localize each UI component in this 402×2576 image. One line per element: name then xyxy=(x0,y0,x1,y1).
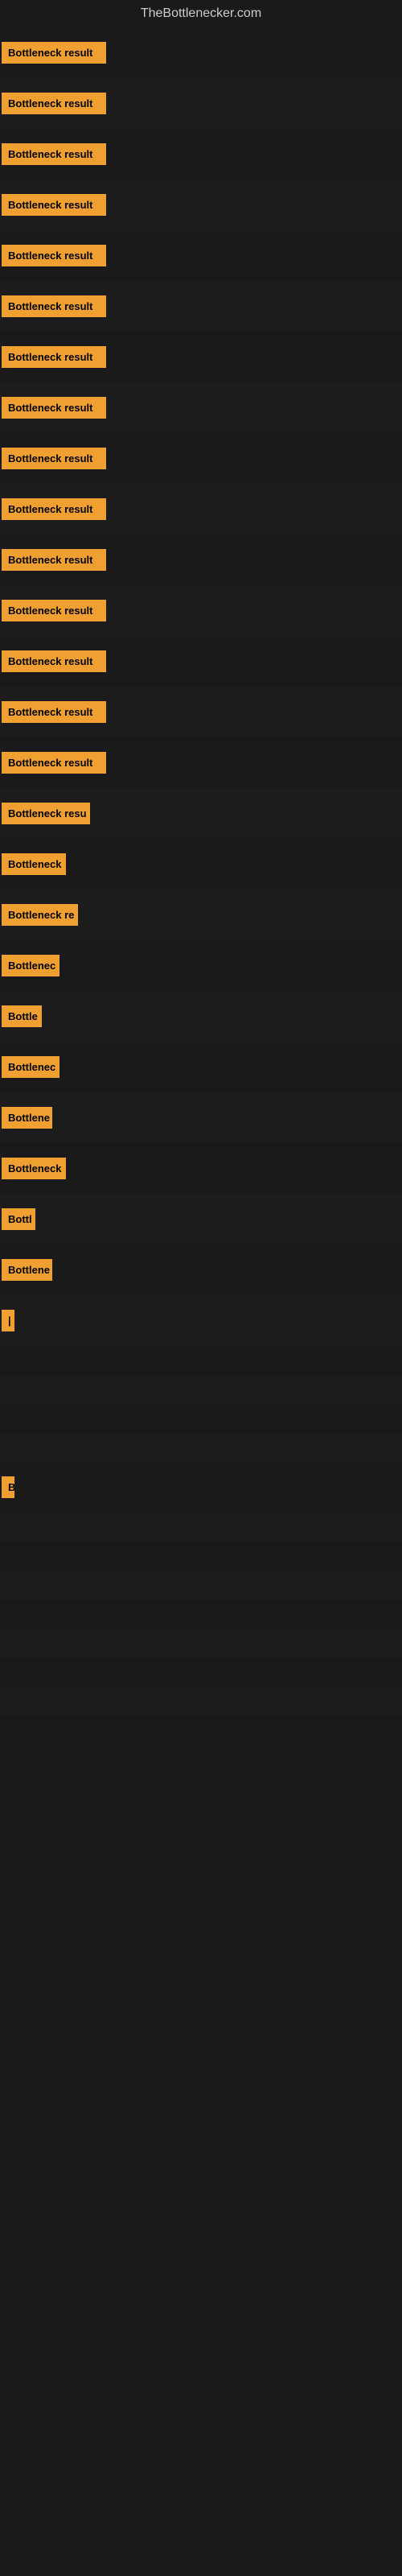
bottleneck-result-badge[interactable]: Bottlenec xyxy=(2,955,59,976)
bottleneck-result-badge[interactable]: Bottleneck result xyxy=(2,245,106,266)
bottleneck-result-badge[interactable]: Bottleneck result xyxy=(2,650,106,672)
bottleneck-result-badge[interactable]: Bottleneck result xyxy=(2,752,106,774)
bottleneck-result-badge[interactable]: Bottleneck result xyxy=(2,346,106,368)
list-item: Bottle xyxy=(0,991,402,1042)
list-item xyxy=(0,1404,402,1433)
list-item: Bottleneck result xyxy=(0,27,402,78)
list-item: B xyxy=(0,1462,402,1513)
list-item: Bottlenec xyxy=(0,940,402,991)
list-item xyxy=(0,1657,402,1686)
bottleneck-result-badge[interactable]: Bottleneck result xyxy=(2,549,106,571)
list-item: Bottleneck result xyxy=(0,433,402,484)
bottleneck-result-badge[interactable]: Bottleneck result xyxy=(2,448,106,469)
site-title-text: TheBottlenecker.com xyxy=(141,6,261,20)
list-item: Bottleneck result xyxy=(0,129,402,180)
bottleneck-result-badge[interactable]: Bottleneck result xyxy=(2,143,106,165)
list-item: Bottleneck result xyxy=(0,585,402,636)
bottleneck-result-badge[interactable]: Bottleneck re xyxy=(2,904,78,926)
list-item: Bottleneck result xyxy=(0,78,402,129)
list-item: Bottlenec xyxy=(0,1042,402,1092)
list-item xyxy=(0,1375,402,1404)
list-item: Bottleneck resu xyxy=(0,788,402,839)
list-item: Bottleneck re xyxy=(0,890,402,940)
list-item xyxy=(0,1600,402,1629)
bottleneck-result-badge[interactable]: Bottleneck result xyxy=(2,194,106,216)
bottleneck-result-badge[interactable]: Bottl xyxy=(2,1208,35,1230)
list-item: Bottleneck result xyxy=(0,687,402,737)
list-item: Bottleneck result xyxy=(0,737,402,788)
bottleneck-result-badge[interactable]: Bottleneck result xyxy=(2,93,106,114)
list-item xyxy=(0,1571,402,1600)
bottleneck-result-badge[interactable]: Bottleneck xyxy=(2,1158,66,1179)
list-item xyxy=(0,1346,402,1375)
bottleneck-result-badge[interactable]: Bottleneck result xyxy=(2,42,106,64)
site-title: TheBottlenecker.com xyxy=(0,0,402,27)
list-item: Bottleneck xyxy=(0,839,402,890)
list-item: Bottleneck result xyxy=(0,281,402,332)
list-item: Bottleneck result xyxy=(0,535,402,585)
bottleneck-result-badge[interactable]: | xyxy=(2,1310,14,1331)
bottleneck-result-badge[interactable]: Bottleneck xyxy=(2,853,66,875)
bottleneck-result-badge[interactable]: Bottleneck resu xyxy=(2,803,90,824)
bottleneck-result-badge[interactable]: Bottle xyxy=(2,1005,42,1027)
list-item xyxy=(0,1629,402,1657)
bottleneck-result-badge[interactable]: B xyxy=(2,1476,14,1498)
list-item xyxy=(0,1542,402,1571)
list-item: Bottl xyxy=(0,1194,402,1245)
list-item: Bottleneck result xyxy=(0,382,402,433)
list-item: Bottleneck result xyxy=(0,484,402,535)
bottleneck-result-badge[interactable]: Bottleneck result xyxy=(2,397,106,419)
list-item: Bottleneck result xyxy=(0,230,402,281)
bottleneck-result-badge[interactable]: Bottleneck result xyxy=(2,701,106,723)
bottleneck-result-badge[interactable]: Bottleneck result xyxy=(2,295,106,317)
bottleneck-result-badge[interactable]: Bottlenec xyxy=(2,1056,59,1078)
list-item: Bottleneck result xyxy=(0,332,402,382)
list-item: | xyxy=(0,1295,402,1346)
list-item: Bottleneck xyxy=(0,1143,402,1194)
bottleneck-result-badge[interactable]: Bottleneck result xyxy=(2,498,106,520)
list-item: Bottleneck result xyxy=(0,180,402,230)
list-item: Bottlene xyxy=(0,1092,402,1143)
bottleneck-result-badge[interactable]: Bottleneck result xyxy=(2,600,106,621)
list-item xyxy=(0,1513,402,1542)
bottleneck-result-badge[interactable]: Bottlene xyxy=(2,1107,52,1129)
list-item: Bottleneck result xyxy=(0,636,402,687)
list-item: Bottlene xyxy=(0,1245,402,1295)
list-item xyxy=(0,1433,402,1462)
list-item xyxy=(0,1686,402,1715)
bottleneck-result-badge[interactable]: Bottlene xyxy=(2,1259,52,1281)
